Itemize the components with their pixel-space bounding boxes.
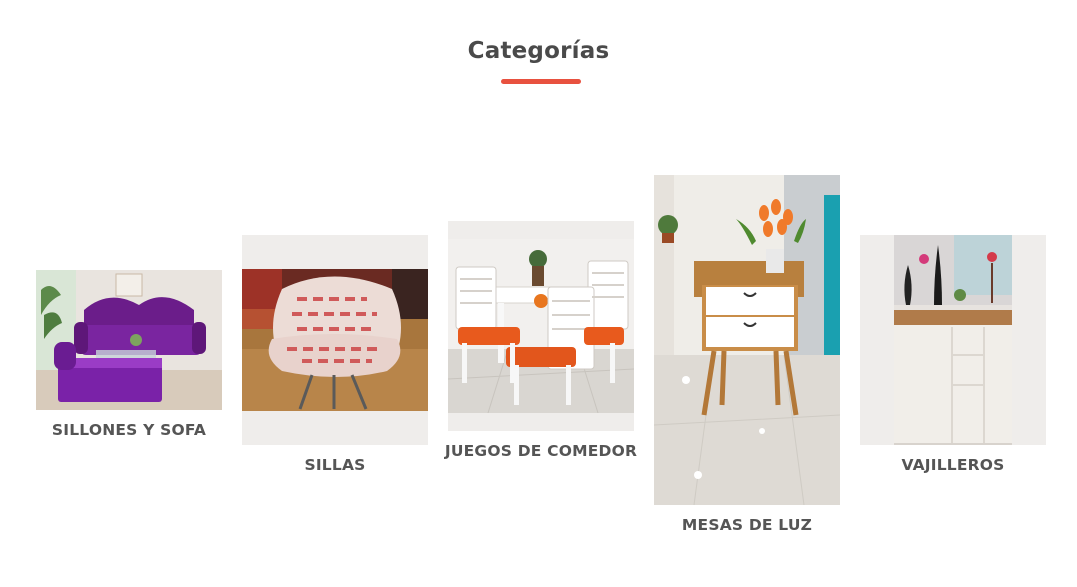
category-label-sillones[interactable]: SILLONES Y SOFA (26, 417, 232, 444)
category-image-sillones[interactable] (36, 270, 222, 410)
category-image-comedor[interactable] (448, 221, 634, 431)
category-label-mesas-de-luz[interactable]: MESAS DE LUZ (644, 512, 850, 539)
title-underline (501, 79, 581, 84)
category-image-mesas-de-luz[interactable] (654, 175, 840, 505)
category-label-vajilleros[interactable]: VAJILLEROS (850, 452, 1056, 479)
category-image-sillas[interactable] (242, 235, 428, 445)
category-image-vajilleros[interactable] (860, 235, 1046, 445)
category-label-sillas[interactable]: SILLAS (232, 452, 438, 479)
category-label-comedor[interactable]: JUEGOS DE COMEDOR (438, 438, 644, 465)
section-title: Categorías (467, 38, 610, 64)
